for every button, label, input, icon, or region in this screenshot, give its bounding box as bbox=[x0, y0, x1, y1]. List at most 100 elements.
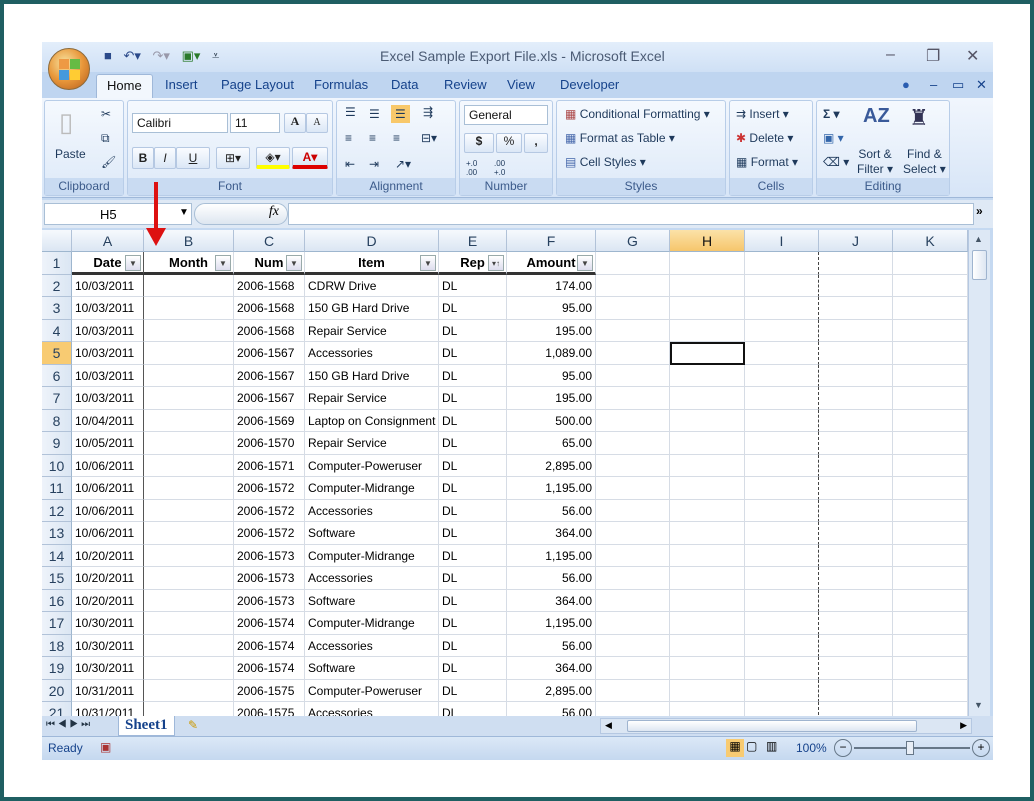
cell-g8[interactable] bbox=[596, 409, 670, 432]
cell-i15[interactable] bbox=[745, 567, 819, 590]
column-header-i[interactable]: I bbox=[745, 230, 819, 252]
cell-i3[interactable] bbox=[745, 297, 819, 320]
formula-input[interactable] bbox=[288, 203, 974, 225]
cell-i16[interactable] bbox=[745, 589, 819, 612]
cell-g11[interactable] bbox=[596, 477, 670, 500]
cell-a18[interactable]: 10/30/2011 bbox=[72, 634, 144, 657]
cell-b11[interactable] bbox=[144, 477, 234, 500]
cell-h21[interactable] bbox=[670, 702, 745, 716]
cell-d11[interactable]: Computer-Midrange bbox=[305, 477, 439, 500]
cell-a20[interactable]: 10/31/2011 bbox=[72, 679, 144, 702]
font-size-select[interactable]: 11 bbox=[230, 113, 280, 133]
cell-j4[interactable] bbox=[819, 319, 893, 342]
cell-b10[interactable] bbox=[144, 454, 234, 477]
cell-c7[interactable]: 2006-1567 bbox=[234, 387, 305, 410]
ribbon-restore-button[interactable]: ▭ bbox=[952, 77, 964, 93]
cell-k6[interactable] bbox=[893, 364, 968, 387]
cut-icon[interactable]: ✂ bbox=[101, 107, 111, 121]
header-cell-item[interactable]: Item ▼ bbox=[305, 252, 439, 275]
cell-c2[interactable]: 2006-1568 bbox=[234, 274, 305, 297]
find-select-button[interactable]: Find & Select ▾ bbox=[903, 147, 946, 177]
cell-i6[interactable] bbox=[745, 364, 819, 387]
shrink-font-button[interactable]: A bbox=[306, 113, 328, 133]
page-break-view-button[interactable]: ▥ bbox=[766, 739, 777, 753]
cell-f9[interactable]: 65.00 bbox=[507, 432, 596, 455]
row-header-9[interactable]: 9 bbox=[42, 432, 72, 455]
cell-g13[interactable] bbox=[596, 522, 670, 545]
cell-e14[interactable]: DL bbox=[439, 544, 507, 567]
filter-dropdown-icon[interactable]: ▼ bbox=[125, 255, 141, 271]
cell-h13[interactable] bbox=[670, 522, 745, 545]
cell-e10[interactable]: DL bbox=[439, 454, 507, 477]
cell-f10[interactable]: 2,895.00 bbox=[507, 454, 596, 477]
cell-b13[interactable] bbox=[144, 522, 234, 545]
cell-g17[interactable] bbox=[596, 612, 670, 635]
cell-d16[interactable]: Software bbox=[305, 589, 439, 612]
cell-c20[interactable]: 2006-1575 bbox=[234, 679, 305, 702]
cell-c19[interactable]: 2006-1574 bbox=[234, 657, 305, 680]
cell-i4[interactable] bbox=[745, 319, 819, 342]
cell-h7[interactable] bbox=[670, 387, 745, 410]
cell-g10[interactable] bbox=[596, 454, 670, 477]
cell-e7[interactable]: DL bbox=[439, 387, 507, 410]
cell-f17[interactable]: 1,195.00 bbox=[507, 612, 596, 635]
cell-h20[interactable] bbox=[670, 679, 745, 702]
cell-e11[interactable]: DL bbox=[439, 477, 507, 500]
undo-icon[interactable]: ↶▾ bbox=[123, 48, 140, 63]
cell-d14[interactable]: Computer-Midrange bbox=[305, 544, 439, 567]
tab-home[interactable]: Home bbox=[96, 74, 153, 98]
cell-f14[interactable]: 1,195.00 bbox=[507, 544, 596, 567]
cell-j15[interactable] bbox=[819, 567, 893, 590]
cell-k13[interactable] bbox=[893, 522, 968, 545]
cell-j11[interactable] bbox=[819, 477, 893, 500]
binoculars-icon[interactable]: ♜ bbox=[909, 105, 929, 131]
cell-b6[interactable] bbox=[144, 364, 234, 387]
cell-c6[interactable]: 2006-1567 bbox=[234, 364, 305, 387]
cell-j17[interactable] bbox=[819, 612, 893, 635]
cell-d9[interactable]: Repair Service bbox=[305, 432, 439, 455]
office-button[interactable] bbox=[48, 48, 90, 90]
filter-dropdown-icon[interactable]: ▾↑ bbox=[488, 255, 504, 271]
row-header-5[interactable]: 5 bbox=[42, 342, 72, 365]
cell-e2[interactable]: DL bbox=[439, 274, 507, 297]
cell-i20[interactable] bbox=[745, 679, 819, 702]
cell-e4[interactable]: DL bbox=[439, 319, 507, 342]
excel-icon[interactable]: ▣▾ bbox=[182, 48, 201, 63]
cell-a16[interactable]: 10/20/2011 bbox=[72, 589, 144, 612]
cell-j19[interactable] bbox=[819, 657, 893, 680]
cell-d3[interactable]: 150 GB Hard Drive bbox=[305, 297, 439, 320]
cell-d13[interactable]: Software bbox=[305, 522, 439, 545]
underline-button[interactable]: U bbox=[176, 147, 210, 169]
cell-a5[interactable]: 10/03/2011 bbox=[72, 342, 144, 365]
format-painter-icon[interactable]: 🖌 bbox=[101, 155, 116, 169]
close-button[interactable]: ✕ bbox=[966, 46, 979, 66]
cell-j1[interactable] bbox=[819, 252, 893, 275]
cell-g2[interactable] bbox=[596, 274, 670, 297]
cell-c17[interactable]: 2006-1574 bbox=[234, 612, 305, 635]
cell-i7[interactable] bbox=[745, 387, 819, 410]
cell-styles-button[interactable]: ▤ Cell Styles ▾ bbox=[565, 155, 646, 169]
cell-c10[interactable]: 2006-1571 bbox=[234, 454, 305, 477]
cell-k4[interactable] bbox=[893, 319, 968, 342]
cell-j13[interactable] bbox=[819, 522, 893, 545]
cell-c21[interactable]: 2006-1575 bbox=[234, 702, 305, 716]
tab-data[interactable]: Data bbox=[391, 77, 418, 92]
cell-k14[interactable] bbox=[893, 544, 968, 567]
sheet-tab-sheet1[interactable]: Sheet1 bbox=[118, 716, 175, 736]
cell-i11[interactable] bbox=[745, 477, 819, 500]
cell-k21[interactable] bbox=[893, 702, 968, 716]
cell-i12[interactable] bbox=[745, 499, 819, 522]
cell-j9[interactable] bbox=[819, 432, 893, 455]
cell-d15[interactable]: Accessories bbox=[305, 567, 439, 590]
grow-font-button[interactable]: A bbox=[284, 113, 306, 133]
cell-b14[interactable] bbox=[144, 544, 234, 567]
cell-e18[interactable]: DL bbox=[439, 634, 507, 657]
cell-d21[interactable]: Accessories bbox=[305, 702, 439, 716]
cell-k2[interactable] bbox=[893, 274, 968, 297]
cell-b20[interactable] bbox=[144, 679, 234, 702]
cell-i5[interactable] bbox=[745, 342, 819, 365]
cell-d20[interactable]: Computer-Poweruser bbox=[305, 679, 439, 702]
cell-f6[interactable]: 95.00 bbox=[507, 364, 596, 387]
cell-f20[interactable]: 2,895.00 bbox=[507, 679, 596, 702]
vertical-scroll-thumb[interactable] bbox=[972, 250, 987, 280]
